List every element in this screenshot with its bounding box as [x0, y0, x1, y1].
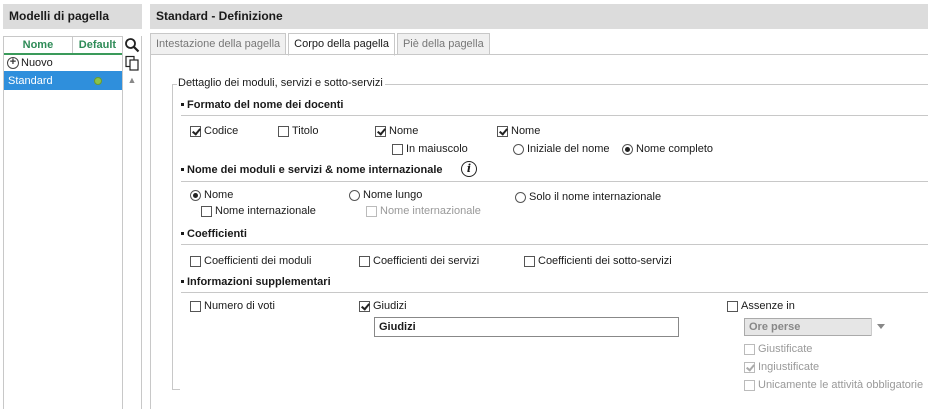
checkbox-checked-icon	[744, 361, 755, 373]
checkbox-in-maiuscolo[interactable]: In maiuscolo	[392, 143, 468, 155]
tab-intestazione[interactable]: Intestazione della pagella	[150, 33, 287, 55]
scroll-up-arrow-icon[interactable]: ▲	[126, 75, 138, 85]
checkbox-icon	[744, 379, 755, 391]
checkbox-checked-icon	[190, 125, 201, 137]
section-divider	[181, 115, 928, 116]
giudizi-input[interactable]: Giudizi	[374, 317, 679, 337]
checkbox-icon	[278, 125, 289, 137]
info-icon[interactable]: i	[461, 161, 477, 177]
models-list: Nome Default + Nuovo Standard	[3, 36, 123, 409]
plus-circle-icon: +	[7, 57, 19, 69]
checkbox-icon	[392, 143, 403, 155]
checkbox-icon	[524, 255, 535, 267]
checkbox-coefficienti-servizi[interactable]: Coefficienti dei servizi	[359, 255, 479, 267]
list-toolbar: ▲	[123, 36, 142, 409]
checkbox-icon	[201, 205, 212, 217]
section-divider	[181, 244, 928, 245]
checkbox-icon	[190, 255, 201, 267]
radio-icon	[513, 143, 524, 155]
ore-perse-select: Ore perse	[744, 318, 890, 336]
checkbox-codice[interactable]: Codice	[190, 125, 238, 137]
radio-iniziale-nome[interactable]: Iniziale del nome	[513, 143, 610, 155]
checkbox-nome-internazionale-1[interactable]: Nome internazionale	[201, 205, 316, 217]
checkbox-checked-icon	[497, 125, 508, 137]
column-header-default[interactable]: Default	[73, 37, 122, 53]
section-title-informazioni: Informazioni supplementari	[181, 276, 331, 288]
section-title-coefficienti: Coefficienti	[181, 228, 247, 240]
fieldset-border	[172, 85, 173, 390]
default-indicator-icon	[94, 76, 102, 85]
model-name: Standard	[8, 74, 53, 87]
checkbox-icon	[366, 205, 377, 217]
tab-corpo[interactable]: Corpo della pagella	[288, 33, 395, 56]
checkbox-icon	[744, 343, 755, 355]
checkbox-icon	[727, 300, 738, 312]
checkbox-checked-icon	[375, 125, 386, 137]
radio-checked-icon	[622, 143, 633, 155]
radio-nome-lungo[interactable]: Nome lungo	[349, 189, 422, 201]
checkbox-numero-voti[interactable]: Numero di voti	[190, 300, 275, 312]
fieldset-border	[172, 389, 180, 390]
section-divider	[181, 181, 928, 182]
search-icon[interactable]	[124, 37, 140, 53]
radio-nome[interactable]: Nome	[190, 189, 233, 201]
checkbox-coefficienti-moduli[interactable]: Coefficienti dei moduli	[190, 255, 311, 267]
radio-icon	[515, 191, 526, 203]
section-divider	[181, 292, 928, 293]
checkbox-nome-2[interactable]: Nome	[497, 125, 540, 137]
models-list-header: Nome Default	[4, 37, 122, 55]
models-panel-title: Modelli di pagella	[3, 4, 142, 29]
chevron-down-icon	[871, 318, 890, 336]
new-model-row[interactable]: + Nuovo	[4, 55, 122, 71]
checkbox-coefficienti-sotto-servizi[interactable]: Coefficienti dei sotto-servizi	[524, 255, 672, 267]
radio-nome-completo[interactable]: Nome completo	[622, 143, 713, 155]
checkbox-ingiustificate: Ingiustificate	[744, 361, 819, 373]
checkbox-checked-icon	[359, 300, 370, 312]
tab-pie[interactable]: Piè della pagella	[396, 33, 490, 55]
fieldset-border	[384, 84, 928, 85]
models-panel: Modelli di pagella Nome Default + Nuovo …	[0, 0, 146, 409]
duplicate-icon[interactable]	[124, 55, 140, 71]
tab-bar: Intestazione della pagella Corpo della p…	[150, 33, 492, 56]
new-model-label: Nuovo	[21, 57, 53, 69]
checkbox-nome-1[interactable]: Nome	[375, 125, 418, 137]
fieldset-legend: Dettaglio dei moduli, servizi e sotto-se…	[177, 77, 385, 89]
checkbox-giustificate: Giustificate	[744, 343, 812, 355]
radio-solo-nome-internazionale[interactable]: Solo il nome internazionale	[515, 191, 661, 203]
checkbox-giudizi[interactable]: Giudizi	[359, 300, 407, 312]
checkbox-assenze-in[interactable]: Assenze in	[727, 300, 795, 312]
checkbox-attivita-obbligatorie: Unicamente le attività obbligatorie	[744, 379, 923, 391]
section-title-formato: Formato del nome dei docenti	[181, 99, 343, 111]
checkbox-titolo[interactable]: Titolo	[278, 125, 319, 137]
radio-icon	[349, 189, 360, 201]
definition-title: Standard - Definizione	[150, 4, 928, 29]
column-header-nome[interactable]: Nome	[4, 37, 73, 53]
radio-checked-icon	[190, 189, 201, 201]
list-item-standard[interactable]: Standard	[4, 71, 122, 90]
checkbox-nome-internazionale-2: Nome internazionale	[366, 205, 481, 217]
checkbox-icon	[359, 255, 370, 267]
checkbox-icon	[190, 300, 201, 312]
section-title-nome-moduli: Nome dei moduli e servizi & nome interna…	[181, 164, 443, 176]
